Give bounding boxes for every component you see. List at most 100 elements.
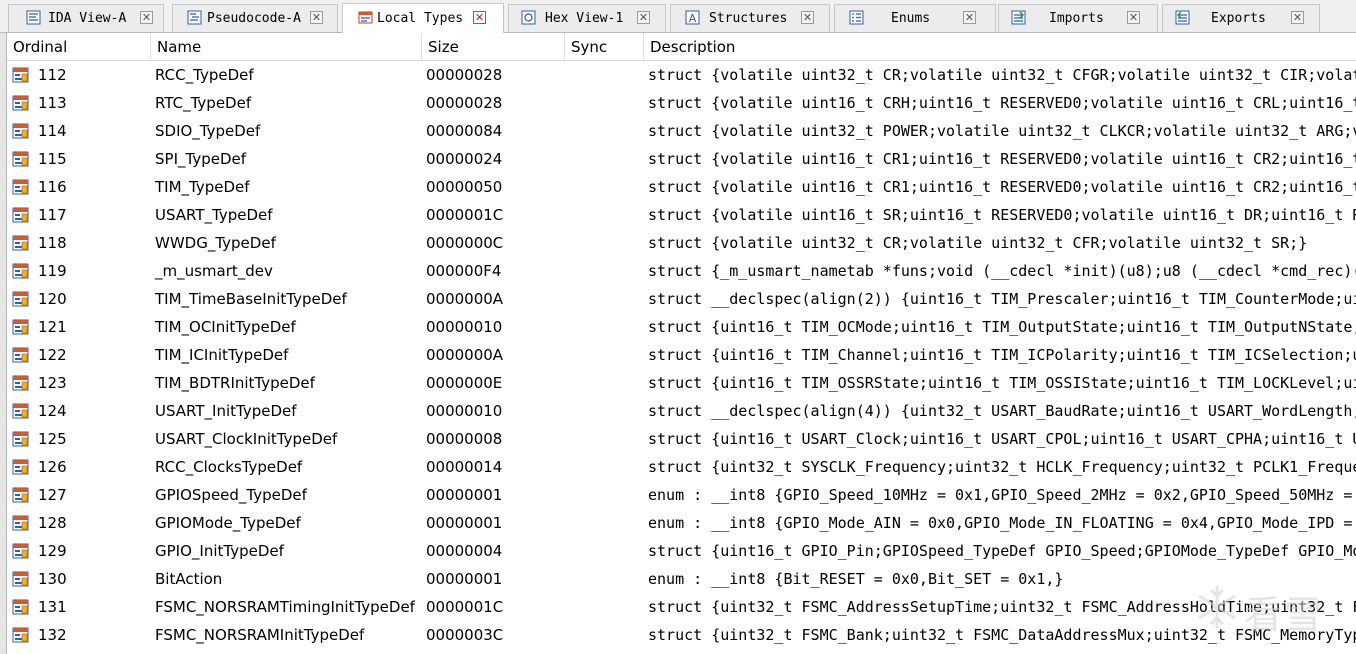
local-type-icon	[12, 347, 29, 363]
close-icon[interactable]: ✕	[1127, 11, 1140, 24]
table-row[interactable]: 123 TIM_BDTRInitTypeDef 0000000E struct {ui…	[7, 369, 1356, 397]
tab-pseudocode-a[interactable]: Pseudocode-A ✕	[172, 4, 338, 32]
ordinal-value: 130	[38, 570, 67, 588]
ordinal-value: 126	[38, 458, 67, 476]
ordinal-cell: 124	[7, 397, 151, 425]
column-header-ordinal[interactable]: Ordinal	[7, 33, 151, 61]
name-cell: FSMC_NORSRAMTimingInitTypeDef	[155, 598, 415, 616]
table-row[interactable]: 126 RCC_ClocksTypeDef 00000014 struct {uint…	[7, 453, 1356, 481]
size-cell: 00000001	[426, 570, 503, 588]
imports-icon	[1011, 10, 1026, 25]
close-icon[interactable]: ✕	[801, 11, 814, 24]
name-cell: SDIO_TypeDef	[155, 122, 261, 140]
tab-label: Local Types	[377, 11, 464, 26]
description-cell: struct {volatile uint32_t POWER;volatile…	[648, 122, 1356, 140]
size-cell: 00000014	[426, 458, 503, 476]
local-type-icon	[12, 627, 29, 643]
name-cell: TIM_ICInitTypeDef	[155, 346, 289, 364]
close-icon[interactable]: ✕	[473, 11, 486, 24]
table-row[interactable]: 125 USART_ClockInitTypeDef 00000008 struct …	[7, 425, 1356, 453]
name-cell: GPIOSpeed_TypeDef	[155, 486, 307, 504]
ordinal-cell: 117	[7, 201, 151, 229]
tab-structures[interactable]: A Structures ✕	[670, 4, 830, 32]
close-icon[interactable]: ✕	[310, 11, 323, 24]
close-icon[interactable]: ✕	[637, 11, 650, 24]
local-type-icon	[12, 207, 29, 223]
ordinal-cell: 118	[7, 229, 151, 257]
local-type-icon	[12, 67, 29, 83]
hex-view-icon	[521, 10, 536, 25]
table-row[interactable]: 124 USART_InitTypeDef 00000010 struct __dec…	[7, 397, 1356, 425]
column-header-description[interactable]: Description	[644, 33, 1356, 61]
table-row[interactable]: 118 WWDG_TypeDef 0000000C struct {volatile …	[7, 229, 1356, 257]
close-icon[interactable]: ✕	[1291, 11, 1304, 24]
tab-hex-view-1[interactable]: Hex View-1 ✕	[508, 4, 666, 32]
column-header-sync[interactable]: Sync	[565, 33, 644, 61]
ordinal-cell: 122	[7, 341, 151, 369]
size-cell: 0000001C	[426, 598, 504, 616]
watermark-text: 看雪	[1244, 593, 1325, 637]
ordinal-cell: 128	[7, 509, 151, 537]
structures-icon: A	[685, 10, 700, 25]
size-cell: 0000000E	[426, 374, 503, 392]
tab-imports[interactable]: Imports ✕	[998, 4, 1158, 32]
name-cell: USART_TypeDef	[155, 206, 273, 224]
tab-bar: IDA View-A ✕ Pseudocode-A ✕ Local Types …	[0, 0, 1356, 33]
tab-ida-view-a[interactable]: IDA View-A ✕	[8, 4, 164, 32]
left-splitter[interactable]	[0, 33, 7, 654]
close-icon[interactable]: ✕	[963, 11, 976, 24]
table-row[interactable]: 119 _m_usmart_dev 000000F4 struct {_m_usmar…	[7, 257, 1356, 285]
tab-label: Structures	[709, 11, 788, 26]
local-type-icon	[12, 319, 29, 335]
size-cell: 000000F4	[426, 262, 502, 280]
description-cell: struct __declspec(align(2)) {uint16_t TI…	[648, 290, 1356, 308]
table-row[interactable]: 114 SDIO_TypeDef 00000084 struct {volatile …	[7, 117, 1356, 145]
table-row[interactable]: 128 GPIOMode_TypeDef 00000001 enum : __int8…	[7, 509, 1356, 537]
ordinal-cell: 120	[7, 285, 151, 313]
table-row[interactable]: 127 GPIOSpeed_TypeDef 00000001 enum : __int…	[7, 481, 1356, 509]
table-row[interactable]: 117 USART_TypeDef 0000001C struct {volatile…	[7, 201, 1356, 229]
ordinal-value: 131	[38, 598, 67, 616]
table-row[interactable]: 129 GPIO_InitTypeDef 00000004 struct {uint1…	[7, 537, 1356, 565]
table-row[interactable]: 115 SPI_TypeDef 00000024 struct {volatile u…	[7, 145, 1356, 173]
svg-text:A: A	[689, 12, 697, 25]
description-cell: struct {uint16_t TIM_Channel;uint16_t TI…	[648, 346, 1356, 364]
column-header-size[interactable]: Size	[422, 33, 565, 61]
local-type-icon	[12, 599, 29, 615]
description-cell: struct {volatile uint16_t CR1;uint16_t R…	[648, 150, 1356, 168]
name-cell: WWDG_TypeDef	[155, 234, 276, 252]
close-icon[interactable]: ✕	[140, 11, 153, 24]
pseudocode-icon	[187, 10, 202, 25]
size-cell: 00000010	[426, 318, 503, 336]
table-row[interactable]: 121 TIM_OCInitTypeDef 00000010 struct {uint…	[7, 313, 1356, 341]
ordinal-cell: 116	[7, 173, 151, 201]
table-header: Ordinal Name Size Sync Description	[7, 33, 1356, 61]
ordinal-cell: 127	[7, 481, 151, 509]
ordinal-cell: 123	[7, 369, 151, 397]
ordinal-cell: 126	[7, 453, 151, 481]
local-type-icon	[12, 123, 29, 139]
table-row[interactable]: 113 RTC_TypeDef 00000028 struct {volatile u…	[7, 89, 1356, 117]
tab-exports[interactable]: Exports ✕	[1162, 4, 1320, 32]
ordinal-value: 128	[38, 514, 67, 532]
table-row[interactable]: 112 RCC_TypeDef 00000028 struct {volatile u…	[7, 61, 1356, 89]
local-type-icon	[12, 263, 29, 279]
table-row[interactable]: 131 FSMC_NORSRAMTimingInitTypeDef 0000001C…	[7, 593, 1356, 621]
table-row[interactable]: 132 FSMC_NORSRAMInitTypeDef 0000003C struct…	[7, 621, 1356, 649]
table-row[interactable]: 120 TIM_TimeBaseInitTypeDef 0000000A struct…	[7, 285, 1356, 313]
description-cell: struct {uint32_t SYSCLK_Frequency;uint32…	[648, 458, 1356, 476]
table-row[interactable]: 130 BitAction 00000001 enum : __int8 {Bit_R…	[7, 565, 1356, 593]
description-cell: struct {uint16_t TIM_OCMode;uint16_t TIM…	[648, 318, 1356, 336]
tab-local-types[interactable]: Local Types ✕	[342, 3, 504, 33]
table-row[interactable]: 116 TIM_TypeDef 00000050 struct {volatile u…	[7, 173, 1356, 201]
ordinal-value: 112	[38, 66, 67, 84]
local-type-icon	[12, 235, 29, 251]
local-type-icon	[12, 571, 29, 587]
column-header-name[interactable]: Name	[151, 33, 422, 61]
table-row[interactable]: 122 TIM_ICInitTypeDef 0000000A struct {uint…	[7, 341, 1356, 369]
tab-label: Pseudocode-A	[207, 11, 301, 26]
local-types-table: Ordinal Name Size Sync Description 112 RC…	[7, 33, 1356, 654]
name-cell: FSMC_NORSRAMInitTypeDef	[155, 626, 365, 644]
tab-enums[interactable]: Enums ✕	[834, 4, 996, 32]
tab-label: Enums	[891, 11, 931, 26]
